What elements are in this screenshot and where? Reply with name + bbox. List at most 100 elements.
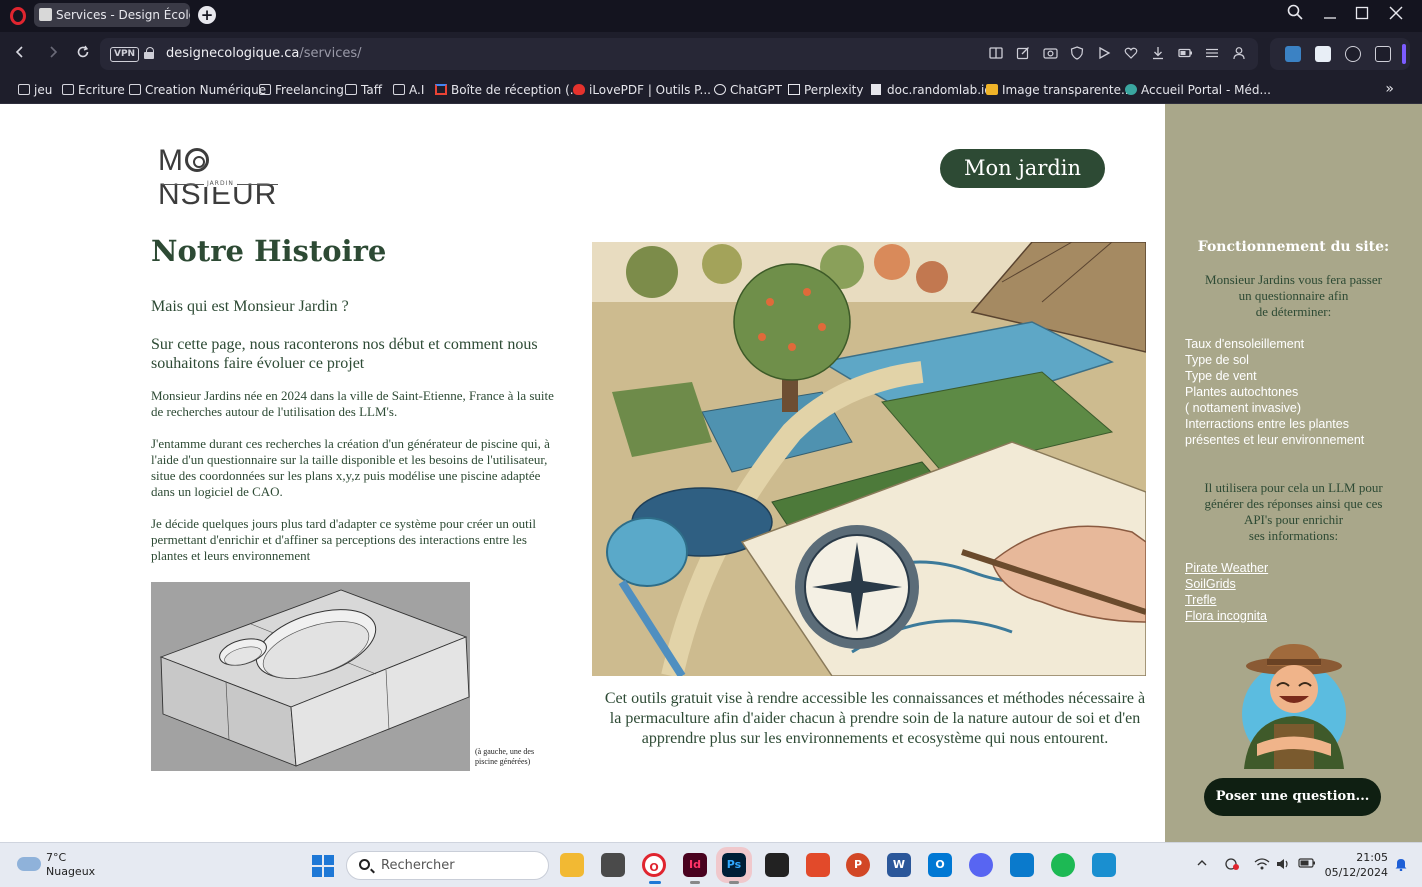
- bookmark-ai[interactable]: A.I: [393, 83, 424, 97]
- easy-setup-icon[interactable]: [1204, 46, 1220, 62]
- bookmark-ecriture[interactable]: Ecriture: [62, 83, 125, 97]
- lock-icon[interactable]: [144, 47, 154, 59]
- vscode-icon[interactable]: [1010, 853, 1034, 877]
- reload-button[interactable]: [71, 42, 95, 66]
- bookmarks-bar: jeu Ecriture Creation Numérique Freelanc…: [0, 76, 1422, 104]
- bookmark-accueil-portal[interactable]: Accueil Portal - Méd...: [1125, 83, 1271, 97]
- powerpoint-icon[interactable]: P: [846, 853, 870, 877]
- mon-jardin-button[interactable]: Mon jardin: [940, 149, 1105, 188]
- list-item: Type de sol: [1185, 353, 1249, 367]
- search-tabs-icon[interactable]: [1283, 4, 1307, 26]
- battery-tray-icon[interactable]: [1298, 857, 1316, 872]
- cloud-icon[interactable]: [17, 857, 41, 871]
- opera-taskbar-icon[interactable]: O: [642, 853, 666, 877]
- gmail-icon: [435, 84, 447, 95]
- photoshop-icon[interactable]: Ps: [716, 847, 752, 883]
- image-icon: [986, 84, 998, 95]
- url-field[interactable]: VPN designecologique.ca/services/: [100, 38, 1258, 70]
- bookmark-jeu[interactable]: jeu: [18, 83, 52, 97]
- monsieur-jardin-logo[interactable]: MNSIEUR JARDIN: [158, 144, 284, 211]
- portal-icon: [1125, 84, 1137, 95]
- extension-cube-icon[interactable]: [1375, 46, 1391, 62]
- edit-icon[interactable]: [1015, 46, 1031, 62]
- sidebar-toggle-icon[interactable]: [1402, 44, 1406, 64]
- paragraph-pool-generator: J'entamme durant ces recherches la créat…: [151, 436, 550, 499]
- shield-icon[interactable]: [1069, 46, 1085, 62]
- play-icon[interactable]: [1096, 46, 1112, 62]
- bookmark-gmail[interactable]: Boîte de réception (...: [435, 83, 581, 97]
- list-item: Type de vent: [1185, 369, 1257, 383]
- close-icon[interactable]: [1384, 4, 1408, 26]
- split-view-icon[interactable]: [988, 46, 1004, 62]
- perplexity-icon: [788, 84, 800, 95]
- sidebar-api-text: Il utilisera pour cela un LLM pour génér…: [1204, 480, 1383, 543]
- tab-services[interactable]: Services - Design Écologique: [34, 3, 190, 27]
- outlook-icon[interactable]: O: [928, 853, 952, 877]
- extension-chatgpt-icon[interactable]: [1345, 46, 1361, 62]
- opera-logo-icon[interactable]: [10, 7, 26, 25]
- link-soilgrids[interactable]: SoilGrids: [1185, 576, 1268, 592]
- link-trefle[interactable]: Trefle: [1185, 592, 1268, 608]
- active-app-indicator: [649, 881, 661, 884]
- battery-icon[interactable]: [1177, 46, 1193, 62]
- file-explorer-icon[interactable]: [560, 853, 584, 877]
- extension-translate-icon[interactable]: [1285, 46, 1301, 62]
- folder-icon: [259, 84, 271, 95]
- weather-widget[interactable]: 7°C Nuageux: [46, 851, 95, 879]
- spotify-icon[interactable]: [1051, 853, 1075, 877]
- windows-taskbar: 7°C Nuageux Rechercher O Id Ps P W O 21:…: [0, 842, 1422, 887]
- rhino-icon[interactable]: [765, 853, 789, 877]
- forward-button[interactable]: [41, 42, 65, 66]
- taskbar-search[interactable]: Rechercher: [346, 851, 549, 880]
- intro-text: Sur cette page, nous raconterons nos déb…: [151, 336, 538, 372]
- search-icon: [359, 859, 370, 870]
- bookmark-freelancing[interactable]: Freelancing: [259, 83, 344, 97]
- chevron-double-right-icon[interactable]: »: [1385, 81, 1394, 97]
- minimize-icon[interactable]: [1318, 4, 1342, 26]
- vpn-badge[interactable]: VPN: [110, 47, 140, 62]
- profile-icon[interactable]: [1231, 46, 1247, 62]
- chevron-up-icon[interactable]: [1196, 857, 1208, 872]
- link-flora-incognita[interactable]: Flora incognita: [1185, 608, 1268, 624]
- running-app-indicator: [729, 881, 739, 884]
- paragraph-plants-tool: Je décide quelques jours plus tard d'ada…: [151, 516, 536, 563]
- url-text[interactable]: designecologique.ca/services/: [166, 46, 362, 61]
- new-tab-button[interactable]: +: [198, 6, 216, 24]
- info-sidebar: Fonctionnement du site: Monsieur Jardins…: [1165, 104, 1422, 842]
- taskbar-clock[interactable]: 21:05 05/12/2024: [1322, 850, 1388, 880]
- indesign-icon[interactable]: Id: [683, 853, 707, 877]
- tab-title: Services - Design Écologique: [56, 8, 190, 22]
- bookmark-perplexity[interactable]: Perplexity: [788, 83, 864, 97]
- maximize-icon[interactable]: [1350, 4, 1374, 26]
- notification-bell-icon[interactable]: [1394, 857, 1408, 874]
- word-icon[interactable]: W: [887, 853, 911, 877]
- permaculture-illustration: [592, 242, 1146, 676]
- folder-icon: [129, 84, 141, 95]
- folder-icon: [18, 84, 30, 95]
- camera-icon[interactable]: [1042, 46, 1058, 62]
- red-app-icon[interactable]: [806, 853, 830, 877]
- link-pirate-weather[interactable]: Pirate Weather: [1185, 560, 1268, 576]
- 3d-app-icon[interactable]: [601, 853, 625, 877]
- bookmark-chatgpt[interactable]: ChatGPT: [714, 83, 782, 97]
- ask-question-button[interactable]: Poser une question...: [1204, 778, 1381, 816]
- bookmark-taff[interactable]: Taff: [345, 83, 382, 97]
- bookmark-creation-numerique[interactable]: Creation Numérique: [129, 83, 266, 97]
- wifi-icon[interactable]: [1254, 857, 1270, 874]
- download-icon[interactable]: [1150, 46, 1166, 62]
- bookmark-randomlab[interactable]: doc.randomlab.io: [871, 83, 992, 97]
- extension-star-icon[interactable]: [1315, 46, 1331, 62]
- bookmark-ilovepdf[interactable]: iLovePDF | Outils P...: [573, 83, 711, 97]
- list-item: présentes et leur environnement: [1185, 433, 1365, 447]
- page-content: MNSIEUR JARDIN Mon jardin Notre Histoire…: [0, 104, 1165, 842]
- blue-app-icon[interactable]: [1092, 853, 1116, 877]
- heart-icon[interactable]: [1123, 46, 1139, 62]
- windows-start-icon[interactable]: [312, 855, 334, 877]
- volume-icon[interactable]: [1276, 857, 1290, 874]
- back-button[interactable]: [8, 42, 32, 66]
- bookmark-image-transparente[interactable]: Image transparente...: [986, 83, 1132, 97]
- spiral-icon: [185, 148, 209, 172]
- network-alert-icon[interactable]: [1224, 857, 1240, 874]
- discord-icon[interactable]: [969, 853, 993, 877]
- folder-icon: [393, 84, 405, 95]
